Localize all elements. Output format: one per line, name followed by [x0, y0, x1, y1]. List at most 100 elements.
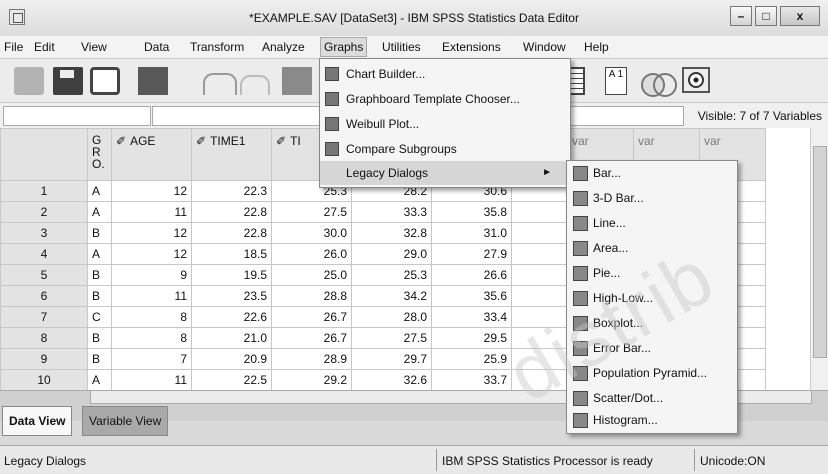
row-number[interactable]: 10 — [0, 369, 88, 390]
table-cell[interactable]: 22.8 — [191, 201, 272, 223]
column-header-time1[interactable]: ✐ TIME1 — [191, 128, 272, 181]
submenu-item-boxplot[interactable]: Boxplot... — [567, 311, 737, 336]
table-cell[interactable]: 35.6 — [431, 285, 512, 307]
table-cell[interactable]: A — [87, 180, 112, 202]
save-icon[interactable] — [53, 67, 83, 95]
table-cell[interactable]: B — [87, 285, 112, 307]
submenu-item-pie[interactable]: Pie... — [567, 261, 737, 286]
menu-extensions[interactable]: Extensions — [442, 40, 501, 54]
tab-data-view[interactable]: Data View — [2, 406, 73, 436]
table-cell[interactable]: C — [87, 306, 112, 328]
table-cell[interactable] — [511, 201, 568, 223]
table-cell[interactable]: 19.5 — [191, 264, 272, 286]
table-cell[interactable]: 30.0 — [271, 222, 352, 244]
table-cell[interactable]: 22.3 — [191, 180, 272, 202]
submenu-item-bar[interactable]: Bar... — [567, 161, 737, 186]
table-cell[interactable]: 29.2 — [271, 369, 352, 390]
table-cell[interactable] — [511, 369, 568, 390]
row-number[interactable]: 5 — [0, 264, 88, 286]
submenu-item-3d-bar[interactable]: 3-D Bar... — [567, 186, 737, 211]
table-cell[interactable]: 29.5 — [431, 327, 512, 349]
maximize-button[interactable]: □ — [755, 6, 777, 26]
table-cell[interactable]: 29.0 — [351, 243, 432, 265]
table-cell[interactable]: 26.7 — [271, 306, 352, 328]
table-cell[interactable]: 22.8 — [191, 222, 272, 244]
menu-item-graphboard[interactable]: Graphboard Template Chooser... — [320, 87, 570, 111]
corner-header[interactable] — [0, 128, 88, 181]
submenu-item-line[interactable]: Line... — [567, 211, 737, 236]
submenu-item-high-low[interactable]: High-Low... — [567, 286, 737, 311]
row-number[interactable]: 9 — [0, 348, 88, 370]
table-cell[interactable]: 11 — [111, 369, 192, 390]
table-cell[interactable] — [511, 327, 568, 349]
row-number[interactable]: 4 — [0, 243, 88, 265]
menu-item-compare-subgroups[interactable]: Compare Subgroups — [320, 137, 570, 161]
submenu-item-histogram[interactable]: Histogram... — [567, 408, 737, 433]
menu-help[interactable]: Help — [584, 40, 609, 54]
table-cell[interactable]: 26.0 — [271, 243, 352, 265]
close-button[interactable]: x — [780, 6, 820, 26]
row-number[interactable]: 8 — [0, 327, 88, 349]
menu-item-chart-builder[interactable]: Chart Builder... — [320, 62, 570, 86]
row-number[interactable]: 1 — [0, 180, 88, 202]
table-cell[interactable]: A — [87, 369, 112, 390]
menu-item-legacy-dialogs[interactable]: Legacy Dialogs ► — [320, 161, 570, 185]
table-cell[interactable]: 22.6 — [191, 306, 272, 328]
table-cell[interactable]: 26.6 — [431, 264, 512, 286]
table-cell[interactable]: 12 — [111, 180, 192, 202]
goto-case-icon[interactable] — [282, 67, 312, 95]
use-variable-sets-icon[interactable] — [641, 67, 677, 97]
menu-utilities[interactable]: Utilities — [382, 40, 421, 54]
table-cell[interactable]: A — [87, 201, 112, 223]
menu-view[interactable]: View — [81, 40, 107, 54]
value-labels-icon[interactable]: A 1 — [605, 67, 627, 95]
column-header-group[interactable]: G R O. — [87, 128, 112, 181]
table-cell[interactable]: 31.0 — [431, 222, 512, 244]
table-cell[interactable]: 33.7 — [431, 369, 512, 390]
table-cell[interactable]: 8 — [111, 306, 192, 328]
table-cell[interactable] — [511, 243, 568, 265]
submenu-item-area[interactable]: Area... — [567, 236, 737, 261]
table-cell[interactable]: 12 — [111, 243, 192, 265]
table-cell[interactable]: 28.9 — [271, 348, 352, 370]
menu-item-weibull[interactable]: Weibull Plot... — [320, 112, 570, 136]
menu-analyze[interactable]: Analyze — [262, 40, 305, 54]
select-cases-icon[interactable] — [682, 67, 710, 93]
table-cell[interactable]: 22.5 — [191, 369, 272, 390]
table-cell[interactable]: 33.3 — [351, 201, 432, 223]
table-cell[interactable]: 28.0 — [351, 306, 432, 328]
cell-reference-field[interactable] — [3, 106, 151, 126]
table-cell[interactable]: B — [87, 348, 112, 370]
table-cell[interactable] — [511, 306, 568, 328]
table-cell[interactable]: B — [87, 264, 112, 286]
open-folder-icon[interactable] — [14, 67, 44, 95]
table-cell[interactable]: 26.7 — [271, 327, 352, 349]
redo-icon[interactable] — [240, 75, 270, 95]
table-cell[interactable]: 32.8 — [351, 222, 432, 244]
table-cell[interactable]: 7 — [111, 348, 192, 370]
row-number[interactable]: 7 — [0, 306, 88, 328]
table-cell[interactable]: 33.4 — [431, 306, 512, 328]
table-cell[interactable]: 23.5 — [191, 285, 272, 307]
menu-data[interactable]: Data — [144, 40, 169, 54]
table-cell[interactable]: 25.9 — [431, 348, 512, 370]
table-cell[interactable]: 27.5 — [271, 201, 352, 223]
table-cell[interactable]: A — [87, 243, 112, 265]
table-cell[interactable]: 21.0 — [191, 327, 272, 349]
submenu-item-population-pyramid[interactable]: Population Pyramid... — [567, 361, 737, 386]
table-cell[interactable]: 28.8 — [271, 285, 352, 307]
row-number[interactable]: 6 — [0, 285, 88, 307]
submenu-item-error-bar[interactable]: Error Bar... — [567, 336, 737, 361]
table-cell[interactable]: 25.3 — [351, 264, 432, 286]
table-cell[interactable]: 18.5 — [191, 243, 272, 265]
undo-icon[interactable] — [203, 73, 237, 95]
scrollbar-thumb[interactable] — [813, 146, 827, 358]
table-cell[interactable]: B — [87, 222, 112, 244]
table-cell[interactable] — [511, 222, 568, 244]
table-cell[interactable]: 9 — [111, 264, 192, 286]
menu-transform[interactable]: Transform — [190, 40, 244, 54]
table-cell[interactable]: 20.9 — [191, 348, 272, 370]
table-cell[interactable]: 8 — [111, 327, 192, 349]
recall-dialog-icon[interactable] — [138, 67, 168, 95]
table-cell[interactable] — [511, 264, 568, 286]
